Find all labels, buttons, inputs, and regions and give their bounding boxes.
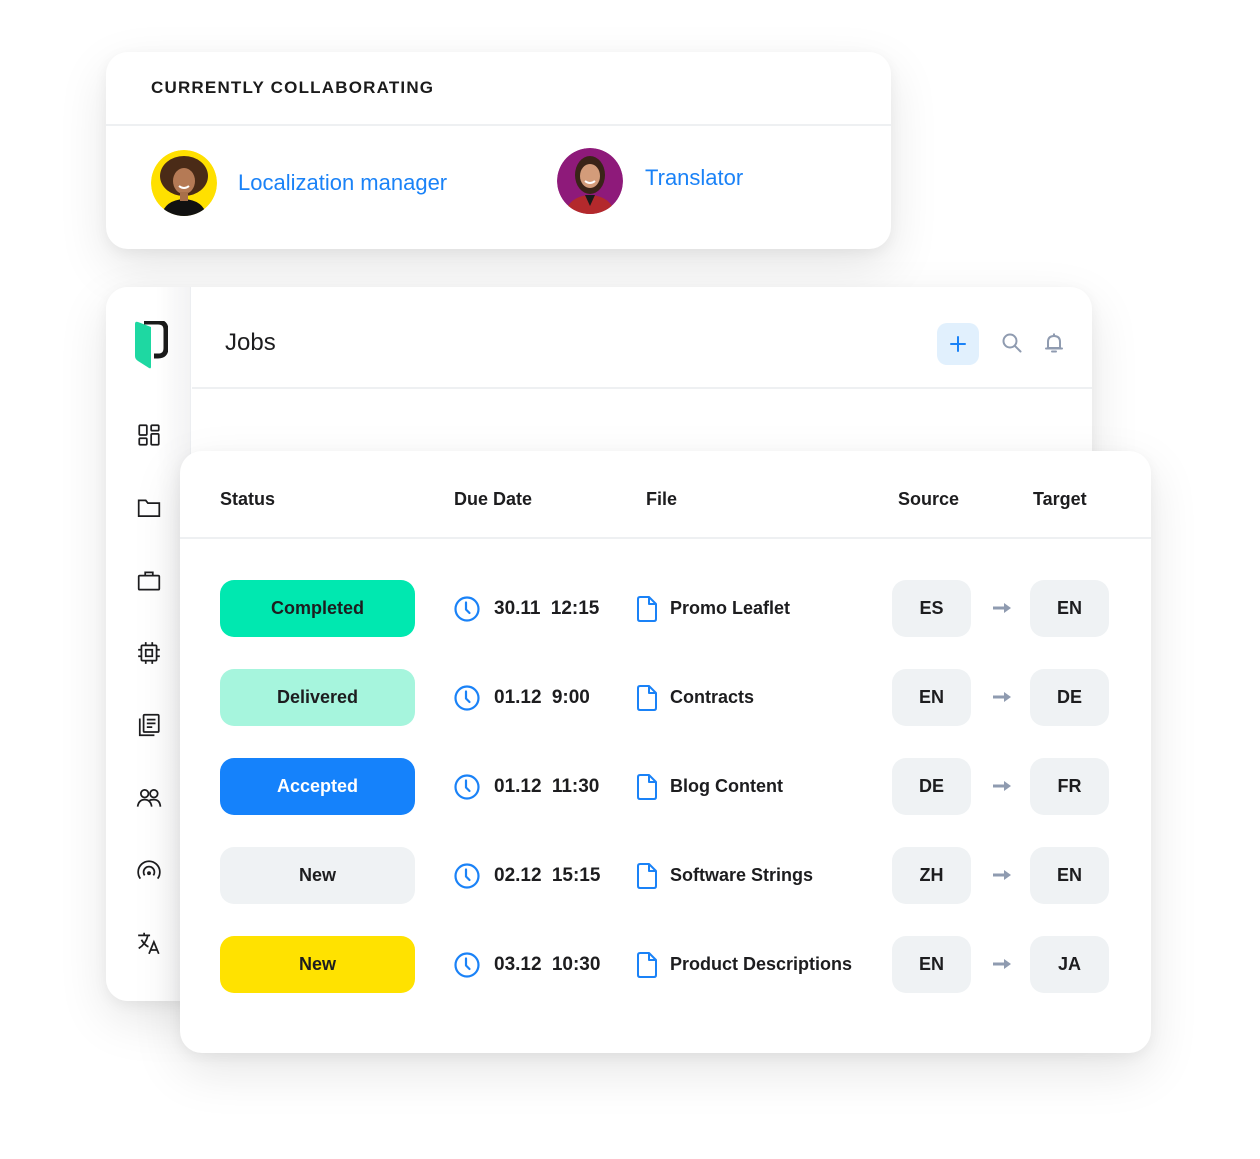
file-link[interactable]: Product Descriptions xyxy=(636,936,852,993)
due-date-text: 02.12 15:15 xyxy=(494,864,601,886)
file-icon xyxy=(637,862,657,889)
file-icon xyxy=(637,773,657,800)
search-icon xyxy=(1002,333,1022,353)
table-row[interactable]: New 02.12 15:15 Software Strings ZH EN xyxy=(180,847,1151,904)
folder-icon[interactable] xyxy=(135,494,163,522)
collaboration-header: CURRENTLY COLLABORATING xyxy=(106,52,891,126)
table-row[interactable]: Delivered 01.12 9:00 Contracts EN DE xyxy=(180,669,1151,726)
arrow-right-icon xyxy=(993,959,1011,969)
page-title: Jobs xyxy=(225,329,276,356)
chip-icon[interactable] xyxy=(135,639,163,667)
due-date: 01.12 11:30 xyxy=(453,758,599,815)
file-link[interactable]: Blog Content xyxy=(636,758,783,815)
file-name[interactable]: Contracts xyxy=(670,687,754,708)
add-job-button[interactable] xyxy=(937,323,979,365)
file-name[interactable]: Software Strings xyxy=(670,865,813,886)
status-badge[interactable]: Completed xyxy=(220,580,415,637)
status-badge[interactable]: New xyxy=(220,936,415,993)
arrow-right-icon xyxy=(993,603,1011,613)
jobs-table: Status Due Date File Source Target Compl… xyxy=(180,451,1151,1053)
collaborator-translator[interactable]: Translator xyxy=(557,148,743,214)
dashboard-icon[interactable] xyxy=(135,421,163,449)
due-date-text: 03.12 10:30 xyxy=(494,953,601,975)
table-row[interactable]: New 03.12 10:30 Product Descriptions EN … xyxy=(180,936,1151,993)
due-date: 03.12 10:30 xyxy=(453,936,600,993)
documents-icon[interactable] xyxy=(135,711,163,739)
source-language: DE xyxy=(892,758,971,815)
avatar xyxy=(151,150,217,216)
app-logo[interactable] xyxy=(134,319,169,369)
table-header: Status Due Date File Source Target xyxy=(180,451,1151,539)
target-language: FR xyxy=(1030,758,1109,815)
collaboration-title: CURRENTLY COLLABORATING xyxy=(151,78,435,97)
file-icon xyxy=(637,951,657,978)
column-due-date[interactable]: Due Date xyxy=(454,489,532,510)
jobs-header: Jobs xyxy=(192,287,1092,389)
target-language: DE xyxy=(1030,669,1109,726)
source-language: EN xyxy=(892,936,971,993)
due-date: 02.12 15:15 xyxy=(453,847,600,904)
source-language: ES xyxy=(892,580,971,637)
table-row[interactable]: Accepted 01.12 11:30 Blog Content DE FR xyxy=(180,758,1151,815)
translate-icon[interactable] xyxy=(135,929,163,957)
source-language: ZH xyxy=(892,847,971,904)
notifications-button[interactable] xyxy=(1042,331,1066,355)
file-icon xyxy=(637,684,657,711)
column-source[interactable]: Source xyxy=(898,489,959,510)
due-date: 01.12 9:00 xyxy=(453,669,590,726)
file-icon xyxy=(637,595,657,622)
clock-icon xyxy=(454,595,480,622)
sidebar xyxy=(106,287,191,1001)
collaborators-list: Localization manager Translator xyxy=(106,126,891,247)
arrow-right-icon xyxy=(993,870,1011,880)
collaboration-card: CURRENTLY COLLABORATING Localization man… xyxy=(106,52,891,249)
briefcase-icon[interactable] xyxy=(135,567,163,595)
source-language: EN xyxy=(892,669,971,726)
plus-icon xyxy=(950,336,966,352)
target-language: JA xyxy=(1030,936,1109,993)
column-target[interactable]: Target xyxy=(1033,489,1087,510)
due-date: 30.11 12:15 xyxy=(453,580,599,637)
column-status[interactable]: Status xyxy=(220,489,275,510)
file-link[interactable]: Software Strings xyxy=(636,847,813,904)
clock-icon xyxy=(454,684,480,711)
target-language: EN xyxy=(1030,580,1109,637)
clock-icon xyxy=(454,862,480,889)
arrow-right-icon xyxy=(993,781,1011,791)
bell-icon xyxy=(1045,333,1063,353)
target-language: EN xyxy=(1030,847,1109,904)
file-name[interactable]: Product Descriptions xyxy=(670,954,852,975)
users-icon[interactable] xyxy=(135,784,163,812)
file-name[interactable]: Blog Content xyxy=(670,776,783,797)
collaborator-role[interactable]: Translator xyxy=(645,165,743,191)
collaborator-localization-manager[interactable]: Localization manager xyxy=(151,150,447,216)
avatar xyxy=(557,148,623,214)
due-date-text: 30.11 12:15 xyxy=(494,597,600,619)
file-name[interactable]: Promo Leaflet xyxy=(670,598,790,619)
arrow-right-icon xyxy=(993,692,1011,702)
status-badge[interactable]: New xyxy=(220,847,415,904)
status-badge[interactable]: Delivered xyxy=(220,669,415,726)
column-file[interactable]: File xyxy=(646,489,677,510)
search-button[interactable] xyxy=(1000,331,1024,355)
file-link[interactable]: Contracts xyxy=(636,669,754,726)
due-date-text: 01.12 11:30 xyxy=(494,775,600,797)
status-badge[interactable]: Accepted xyxy=(220,758,415,815)
clock-icon xyxy=(454,951,480,978)
broadcast-icon[interactable] xyxy=(135,857,163,885)
clock-icon xyxy=(454,773,480,800)
collaborator-role[interactable]: Localization manager xyxy=(238,170,447,196)
table-row[interactable]: Completed 30.11 12:15 Promo Leaflet ES E… xyxy=(180,580,1151,637)
due-date-text: 01.12 9:00 xyxy=(494,686,590,708)
file-link[interactable]: Promo Leaflet xyxy=(636,580,790,637)
